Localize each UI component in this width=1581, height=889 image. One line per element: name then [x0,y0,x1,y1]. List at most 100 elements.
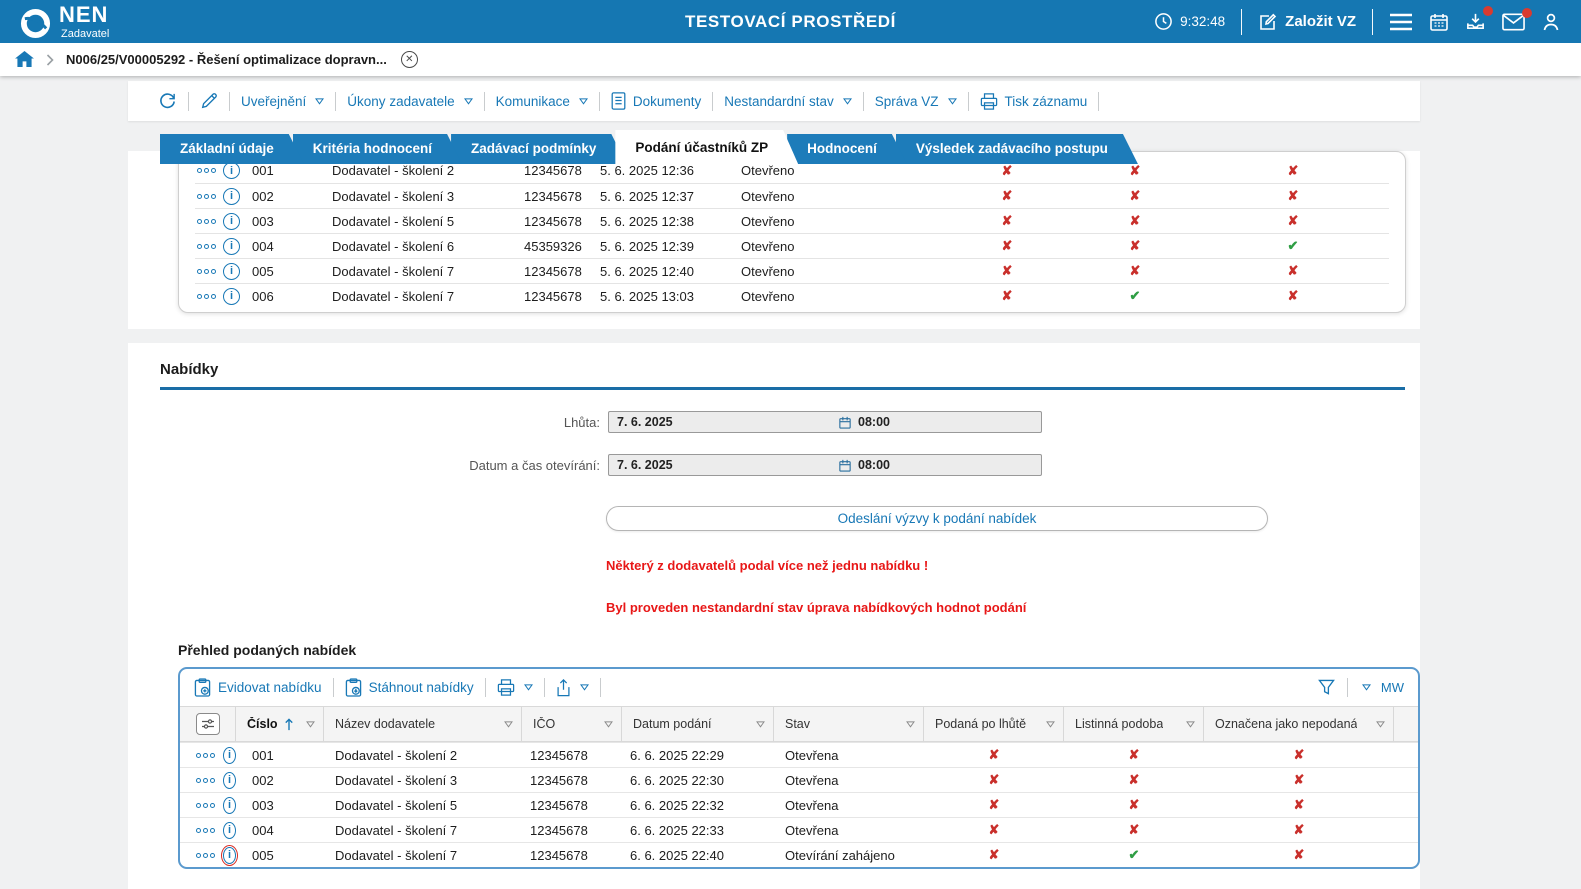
row-actions-icon[interactable] [194,753,215,758]
stahnout-nabidky-button[interactable]: Stáhnout nabídky [345,678,474,697]
row-actions-icon[interactable] [195,244,223,249]
info-icon[interactable]: i [223,772,236,789]
table-row[interactable]: i 006 Dodavatel - školení 7 12345678 5. … [195,283,1389,308]
table-row[interactable]: i 003 Dodavatel - školení 5 12345678 5. … [195,208,1389,233]
export-button[interactable] [556,679,589,697]
row-actions-icon[interactable] [195,294,223,299]
nen-logo[interactable]: NEN Zadavatel [20,4,109,40]
row-actions-icon[interactable] [195,219,223,224]
filter-caret-icon[interactable] [504,721,513,728]
info-icon[interactable]: i [223,213,240,230]
info-icon[interactable]: i [223,238,240,255]
table-row[interactable]: i 002 Dodavatel - školení 3 12345678 6. … [180,767,1418,792]
toolbar-tisk-zaznamu[interactable]: Tisk záznamu [980,93,1088,110]
row-actions-icon[interactable] [194,778,215,783]
row-actions-icon[interactable] [194,853,215,858]
table-row[interactable]: i 004 Dodavatel - školení 7 12345678 6. … [180,817,1418,842]
cell-stav: Otevřeno [741,289,941,304]
tab-kriteria-hodnoceni[interactable]: Kritéria hodnocení [293,134,462,164]
column-label: Datum podání [633,717,712,731]
print-table-button[interactable] [497,679,533,696]
row-actions-icon[interactable] [194,828,215,833]
row-actions-icon[interactable] [195,168,223,173]
info-icon[interactable]: i [223,747,236,764]
toolbar-sprava-vz[interactable]: Správa VZ [875,94,957,109]
table-row[interactable]: i 002 Dodavatel - školení 3 12345678 5. … [195,183,1389,208]
tab-podani-ucastniku-zp[interactable]: Podání účastníků ZP [615,130,798,164]
home-icon[interactable] [15,51,34,68]
evidovat-nabidku-button[interactable]: Evidovat nabídku [194,678,322,697]
edit-button[interactable] [200,92,218,110]
chevron-down-icon[interactable] [1362,684,1371,691]
table-row[interactable]: i 005 Dodavatel - školení 7 12345678 5. … [195,258,1389,283]
tab-zadavaci-podminky[interactable]: Zadávací podmínky [451,134,626,164]
record-tabs: Základní údaje Kritéria hodnocení Zadáva… [160,134,1581,164]
row-actions-icon[interactable] [195,269,223,274]
tab-vysledek[interactable]: Výsledek zadávacího postupu [896,134,1138,164]
column-header-datum[interactable]: Datum podání [622,707,774,741]
cell-datum: 5. 6. 2025 13:03 [595,289,741,304]
calendar-icon[interactable] [839,459,851,472]
filter-funnel-icon[interactable] [1318,679,1335,696]
column-header-dodavatel[interactable]: Název dodavatele [324,707,522,741]
refresh-button[interactable] [158,92,177,111]
toolbar-nestandardni-stav[interactable]: Nestandardní stav [724,94,852,109]
filter-caret-icon[interactable] [756,721,765,728]
info-icon[interactable]: i [223,822,236,839]
column-header-stav[interactable]: Stav [774,707,924,741]
cell-listinna-podoba: ✘ [1073,188,1197,204]
otevirani-date-value[interactable]: 7. 6. 2025 [617,458,839,472]
info-icon[interactable]: i [223,263,240,280]
messages-button[interactable] [1502,13,1525,31]
info-icon[interactable]: i [223,797,236,814]
filter-caret-icon[interactable] [604,721,613,728]
row-actions-icon[interactable] [195,194,223,199]
breadcrumb-item[interactable]: N006/25/V00005292 - Řešení optimalizace … [66,52,387,67]
info-icon[interactable]: i [223,847,236,864]
filter-caret-icon[interactable] [1046,721,1055,728]
column-header-ico[interactable]: IČO [522,707,622,741]
column-header-nepodana[interactable]: Označena jako nepodaná [1204,707,1394,741]
toolbar-dokumenty[interactable]: Dokumenty [611,92,701,110]
filter-caret-icon[interactable] [306,721,315,728]
mw-view-toggle[interactable]: MW [1381,680,1404,695]
row-actions-icon[interactable] [194,803,215,808]
inbox-button[interactable] [1465,11,1486,32]
toolbar-uverejneni[interactable]: Uveřejnění [241,94,324,109]
warning-nonstandard-state: Byl proveden nestandardní stav úprava na… [606,600,1405,615]
info-icon[interactable]: i [223,188,240,205]
table-row[interactable]: i 004 Dodavatel - školení 6 45359326 5. … [195,233,1389,258]
cell-ico: 12345678 [522,798,622,813]
tab-hodnoceni[interactable]: Hodnocení [787,134,907,164]
close-tab-icon[interactable]: ✕ [401,51,418,68]
otevirani-time-value[interactable]: 08:00 [858,458,890,472]
cell-oznacena-nepodana: ✘ [1197,163,1389,179]
toolbar-ukony-zadavatele[interactable]: Úkony zadavatele [347,94,472,109]
calendar-icon[interactable] [839,416,851,429]
info-icon[interactable]: i [223,288,240,305]
column-settings-button[interactable] [196,713,220,735]
filter-caret-icon[interactable] [1376,721,1385,728]
table-row[interactable]: i 001 Dodavatel - školení 2 12345678 6. … [180,742,1418,767]
user-icon [1541,12,1561,32]
menu-button[interactable] [1389,13,1413,31]
column-header-po-lhute[interactable]: Podaná po lhůtě [924,707,1064,741]
user-button[interactable] [1541,12,1561,32]
filter-caret-icon[interactable] [1186,721,1195,728]
cell-dodavatel: Dodavatel - školení 7 [327,264,519,279]
table-row[interactable]: i 005 Dodavatel - školení 7 12345678 6. … [180,842,1418,867]
info-icon[interactable]: i [223,162,240,179]
lhuta-date-value[interactable]: 7. 6. 2025 [617,415,839,429]
odeslani-vyzvy-button[interactable]: Odeslání výzvy k podání nabídek [606,506,1268,531]
lhuta-time-value[interactable]: 08:00 [858,415,890,429]
toolbar-komunikace[interactable]: Komunikace [496,94,588,109]
column-header-listinna[interactable]: Listinná podoba [1064,707,1204,741]
calendar-button[interactable] [1429,12,1449,32]
otevirani-field[interactable]: 7. 6. 2025 08:00 [608,454,1042,476]
column-header-cislo[interactable]: Číslo [236,707,324,741]
zalozit-vz-button[interactable]: Založit VZ [1258,12,1356,32]
tab-zakladni-udaje[interactable]: Základní údaje [160,134,304,164]
lhuta-field[interactable]: 7. 6. 2025 08:00 [608,411,1042,433]
table-row[interactable]: i 003 Dodavatel - školení 5 12345678 6. … [180,792,1418,817]
filter-caret-icon[interactable] [906,721,915,728]
